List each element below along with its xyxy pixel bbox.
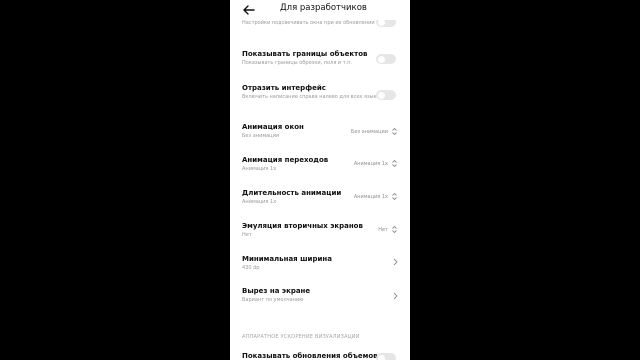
show-layout-bounds-toggle[interactable] (376, 54, 396, 64)
chevron-updown-icon (392, 159, 397, 168)
setting-title: Вырез на экране (242, 287, 311, 295)
window-animation-value: Без анимации (350, 129, 388, 135)
arrow-left-icon[interactable] (242, 3, 256, 17)
setting-subtitle: Вариант по умолчанию (242, 297, 304, 303)
force-rtl-toggle[interactable] (376, 90, 396, 100)
chevron-right-icon (393, 292, 398, 300)
setting-subtitle: Нет (242, 232, 252, 238)
animator-duration-value: Анимация 1x (353, 194, 388, 200)
transition-animation-value: Анимация 1x (353, 161, 388, 167)
chevron-updown-icon (392, 192, 397, 201)
secondary-displays-value: Нет (378, 227, 388, 233)
partial-row-toggle[interactable] (376, 353, 396, 360)
setting-smallest-width[interactable]: Минимальная ширина 430 dp (242, 255, 402, 271)
setting-display-cutout[interactable]: Вырез на экране Вариант по умолчанию (242, 287, 402, 303)
settings-screen: Для разработчиков Настройки подсвечивать… (230, 0, 410, 360)
app-bar: Для разработчиков (230, 0, 410, 20)
page-title: Для разработчиков (280, 3, 367, 13)
setting-title: Минимальная ширина (242, 255, 332, 263)
partial-row-subtitle: Настройки подсвечивать окна при их обнов… (242, 20, 375, 26)
partial-row-title[interactable]: Показывать обновления объемов (242, 352, 378, 360)
setting-subtitle: Показывать границы обрезки, поля и т.п. (242, 60, 353, 66)
chevron-right-icon (393, 258, 398, 266)
section-header: АППАРАТНОЕ УСКОРЕНИЕ ВИЗУАЛИЗАЦИИ (242, 334, 360, 340)
chevron-updown-icon (392, 127, 397, 136)
setting-subtitle: Включить написание справа налево для все… (242, 94, 377, 100)
setting-subtitle: 430 dp (242, 265, 260, 271)
chevron-updown-icon (392, 225, 397, 234)
